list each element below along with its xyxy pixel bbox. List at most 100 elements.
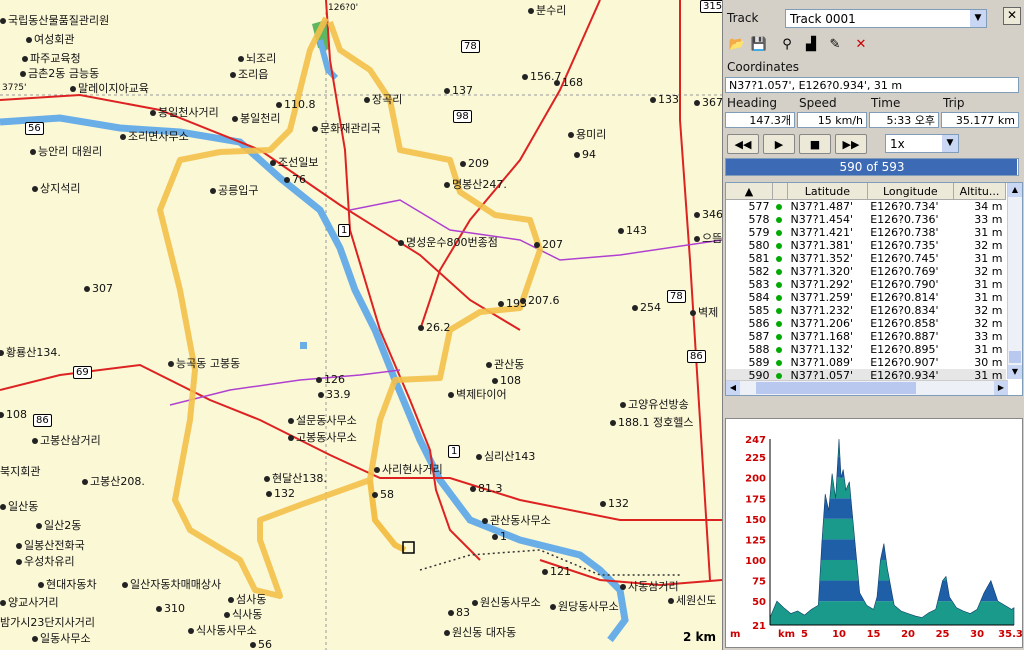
rewind-icon: ◀◀ bbox=[734, 137, 752, 151]
chart-icon[interactable]: ▟ bbox=[801, 34, 821, 54]
place-label: 133 bbox=[658, 93, 679, 106]
place-label: 108 bbox=[6, 408, 27, 421]
scroll-up-icon[interactable]: ▲ bbox=[1008, 183, 1022, 197]
place-marker bbox=[266, 491, 272, 497]
place-marker bbox=[0, 600, 6, 606]
place-marker bbox=[230, 72, 236, 78]
place-marker bbox=[38, 582, 44, 588]
table-row[interactable]: 585 N37?1.232' E126?0.834' 32 m bbox=[726, 304, 1006, 317]
place-marker bbox=[364, 97, 370, 103]
map-view[interactable]: 국립동산물품질관리원 여성회관 파주교육청 금촌2동 금능동 말레이지아교육 봉일천사거리… bbox=[0, 0, 723, 650]
y-tick-label: 75 bbox=[752, 577, 766, 588]
elevation-band bbox=[770, 477, 1014, 499]
y-tick-label: 225 bbox=[745, 453, 766, 464]
pencil-icon[interactable]: ✎ bbox=[825, 34, 845, 54]
place-label: 현달산138. bbox=[272, 472, 327, 485]
play-button[interactable]: ▶ bbox=[763, 134, 795, 154]
water-spot bbox=[300, 342, 307, 349]
table-row[interactable]: 577 N37?1.487' E126?0.734' 34 m bbox=[726, 200, 1006, 214]
place-label: 고봉산208. bbox=[90, 475, 145, 488]
place-marker bbox=[276, 102, 282, 108]
table-row[interactable]: 582 N37?1.320' E126?0.769' 32 m bbox=[726, 265, 1006, 278]
road-shield: 86 bbox=[687, 350, 706, 363]
table-row[interactable]: 578 N37?1.454' E126?0.736' 33 m bbox=[726, 213, 1006, 226]
table-row[interactable]: 588 N37?1.132' E126?0.895' 31 m bbox=[726, 343, 1006, 356]
col-longitude[interactable]: Longitude bbox=[867, 183, 955, 200]
folder-open-icon[interactable]: 📂 bbox=[727, 34, 747, 54]
save-icon[interactable]: 💾 bbox=[749, 34, 769, 54]
status-dot-icon bbox=[773, 278, 788, 291]
y-tick-label: 125 bbox=[745, 535, 766, 546]
road-shield: 1 bbox=[338, 224, 351, 237]
place-label: 209 bbox=[468, 157, 489, 170]
cell-longitude: E126?0.738' bbox=[870, 226, 939, 239]
cell-longitude: E126?0.814' bbox=[870, 291, 939, 304]
col-latitude[interactable]: Latitude bbox=[787, 183, 868, 200]
scroll-thumb[interactable] bbox=[1009, 351, 1021, 363]
place-label: 말레이지아교육 bbox=[78, 82, 149, 95]
cell-latitude: N37?1.089' bbox=[790, 356, 854, 369]
y-tick-label: 21 bbox=[752, 621, 766, 632]
heading-field: 147.3개 bbox=[725, 112, 795, 128]
vertical-scrollbar[interactable]: ▲ ▼ bbox=[1007, 183, 1022, 379]
chevron-down-icon[interactable]: ▼ bbox=[942, 135, 958, 152]
horizontal-scrollbar[interactable]: ◀ ▶ bbox=[726, 380, 1008, 395]
place-label: 121 bbox=[550, 565, 571, 578]
scroll-thumb-h[interactable] bbox=[756, 382, 916, 394]
place-label: 58 bbox=[380, 488, 394, 501]
table-row[interactable]: 583 N37?1.292' E126?0.790' 31 m bbox=[726, 278, 1006, 291]
trackpoint-table[interactable]: ▲ Latitude Longitude Altitu... 577 N37?1.… bbox=[725, 182, 1023, 396]
cell-altitude: 32 m bbox=[974, 239, 1003, 252]
trackpoint-grid: ▲ Latitude Longitude Altitu... 577 N37?1.… bbox=[726, 183, 1006, 395]
playback-speed-select[interactable]: 1x ▼ bbox=[885, 134, 959, 153]
place-label: 밤가시23단지사거리 bbox=[0, 616, 95, 629]
place-label: 110.8 bbox=[284, 98, 316, 111]
progress-bar[interactable]: 590 of 593 bbox=[725, 158, 1019, 176]
table-row[interactable]: 589 N37?1.089' E126?0.907' 30 m bbox=[726, 356, 1006, 369]
place-label: 설문동사무소 bbox=[296, 414, 357, 427]
map-canvas[interactable] bbox=[0, 0, 722, 650]
table-row[interactable]: 580 N37?1.381' E126?0.735' 32 m bbox=[726, 239, 1006, 252]
place-label: 81.3 bbox=[478, 482, 503, 495]
col-altitude[interactable]: Altitu... bbox=[953, 183, 1006, 200]
place-marker bbox=[444, 182, 450, 188]
scroll-left-icon[interactable]: ◀ bbox=[726, 381, 740, 395]
table-row[interactable]: 587 N37?1.168' E126?0.887' 33 m bbox=[726, 330, 1006, 343]
place-marker bbox=[374, 467, 380, 473]
place-marker bbox=[224, 612, 230, 618]
place-label: 뇌조리 bbox=[246, 52, 277, 65]
road-shield: 98 bbox=[453, 110, 472, 123]
sort-up-icon[interactable]: ▲ bbox=[726, 183, 773, 200]
status-dot-icon bbox=[773, 226, 788, 239]
place-label: 26.2 bbox=[426, 321, 451, 334]
scroll-right-icon[interactable]: ▶ bbox=[994, 381, 1008, 395]
row-index: 587 bbox=[748, 330, 770, 343]
binoculars-icon[interactable]: ⚲ bbox=[777, 34, 797, 54]
table-row[interactable]: 586 N37?1.206' E126?0.858' 32 m bbox=[726, 317, 1006, 330]
row-index: 584 bbox=[748, 291, 770, 304]
place-marker bbox=[36, 523, 42, 529]
status-dot-icon bbox=[773, 291, 788, 304]
place-label: 능곡동 고봉동 bbox=[176, 357, 241, 370]
cell-altitude: 33 m bbox=[974, 330, 1003, 343]
place-label: 고봉동사무소 bbox=[296, 431, 357, 444]
y-axis-label: m bbox=[730, 629, 740, 640]
place-marker bbox=[470, 486, 476, 492]
scroll-down-icon[interactable]: ▼ bbox=[1008, 365, 1022, 379]
place-marker bbox=[444, 88, 450, 94]
place-marker bbox=[632, 305, 638, 311]
rewind-button[interactable]: ◀◀ bbox=[727, 134, 759, 154]
table-row[interactable]: 584 N37?1.259' E126?0.814' 31 m bbox=[726, 291, 1006, 304]
track-select[interactable]: Track 0001 ▼ bbox=[785, 9, 987, 28]
place-marker bbox=[288, 435, 294, 441]
place-label: 조선일보 bbox=[278, 156, 319, 169]
fast-forward-button[interactable]: ▶▶ bbox=[835, 134, 867, 154]
close-button[interactable]: ✕ bbox=[1003, 7, 1021, 25]
stop-button[interactable]: ■ bbox=[799, 134, 831, 154]
place-label: 254 bbox=[640, 301, 661, 314]
table-row[interactable]: 579 N37?1.421' E126?0.738' 31 m bbox=[726, 226, 1006, 239]
delete-icon[interactable]: ✕ bbox=[851, 34, 871, 54]
table-row[interactable]: 581 N37?1.352' E126?0.745' 31 m bbox=[726, 252, 1006, 265]
chevron-down-icon[interactable]: ▼ bbox=[970, 10, 986, 27]
place-label: 관산동 bbox=[494, 358, 525, 371]
